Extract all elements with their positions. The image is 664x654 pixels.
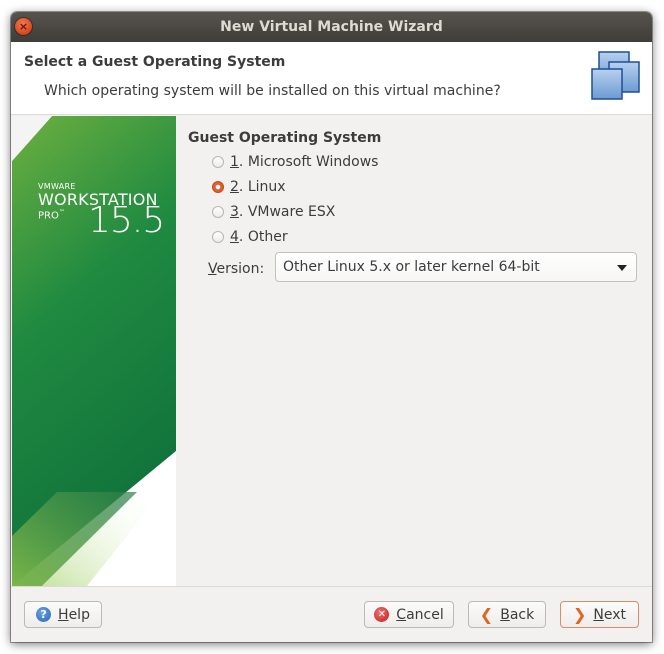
radio-linux[interactable]: 2. Linux — [212, 176, 286, 198]
guest-os-group-label: Guest Operating System — [188, 130, 382, 146]
next-button[interactable]: ❯ Next — [560, 601, 639, 628]
radio-button[interactable] — [212, 206, 224, 218]
radio-button[interactable] — [212, 156, 224, 168]
help-button[interactable]: ? Help — [24, 601, 102, 628]
page-subtitle: Which operating system will be installed… — [44, 83, 501, 99]
help-icon: ? — [36, 607, 52, 622]
brand-version: 15.5 — [88, 200, 165, 241]
radio-label: 4. Other — [230, 229, 288, 245]
cancel-label: Cancel — [396, 606, 444, 623]
title-bar[interactable]: × New Virtual Machine Wizard — [11, 12, 652, 42]
cancel-icon: ✕ — [374, 607, 390, 622]
next-label: Next — [593, 606, 627, 623]
radio-vmware-esx[interactable]: 3. VMware ESX — [212, 201, 335, 223]
guest-os-panel: Guest Operating System 1. Microsoft Wind… — [176, 116, 652, 586]
version-dropdown[interactable]: Other Linux 5.x or later kernel 64-bit — [275, 252, 637, 282]
radio-microsoft-windows[interactable]: 1. Microsoft Windows — [212, 151, 378, 173]
window-title: New Virtual Machine Wizard — [220, 19, 443, 35]
radio-button-selected[interactable] — [212, 181, 224, 193]
dropdown-arrow-icon — [617, 265, 627, 271]
cancel-button[interactable]: ✕ Cancel — [364, 601, 454, 628]
back-label: Back — [500, 606, 535, 623]
radio-other[interactable]: 4. Other — [212, 226, 288, 248]
radio-label: 2. Linux — [230, 179, 286, 195]
chevron-left-icon: ❮ — [479, 604, 494, 624]
radio-button[interactable] — [212, 231, 224, 243]
help-label: Help — [58, 606, 90, 623]
chevron-right-icon: ❯ — [572, 604, 587, 624]
wizard-window: × New Virtual Machine Wizard Select a Gu… — [11, 12, 652, 642]
brand-pro: PRO™ — [38, 209, 65, 222]
radio-label: 1. Microsoft Windows — [230, 154, 379, 170]
version-selected-value: Other Linux 5.x or later kernel 64-bit — [283, 259, 540, 275]
wizard-footer: ? Help ✕ Cancel ❮ Back ❯ Next — [11, 586, 652, 642]
wizard-header: Select a Guest Operating System Which op… — [11, 42, 652, 115]
virtual-machines-icon — [591, 51, 641, 101]
back-button[interactable]: ❮ Back — [468, 601, 546, 628]
page-title: Select a Guest Operating System — [24, 54, 286, 70]
version-label: Version: — [208, 261, 265, 277]
product-banner: VMWARE WORKSTATION PRO™ 15.5 — [12, 116, 176, 586]
radio-label: 3. VMware ESX — [230, 204, 336, 220]
